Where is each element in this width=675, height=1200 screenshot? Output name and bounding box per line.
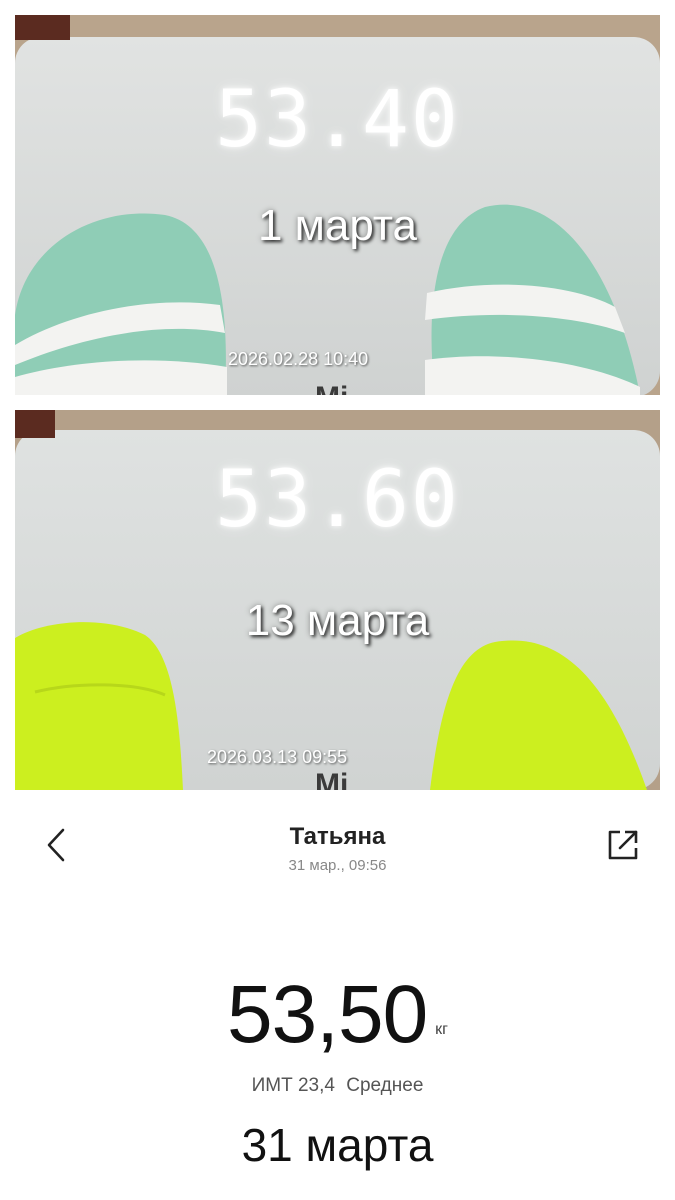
weight-value: 53,50	[226, 969, 428, 1060]
share-icon	[608, 830, 638, 860]
photo-timestamp: 2026.03.13 09:55	[207, 747, 348, 767]
weight-display: 53,50 кг	[0, 968, 675, 1062]
svg-text:Mi: Mi	[315, 381, 348, 395]
photo-timestamp: 2026.02.28 10:40	[228, 349, 369, 369]
scale-photo-2: Mi 53.60 13 марта 2026.03.13 09:55	[15, 410, 660, 790]
measurement-datetime: 31 мар., 09:56	[288, 857, 387, 874]
photo-date-caption: 13 марта	[245, 596, 430, 645]
weight-unit: кг	[435, 1021, 449, 1038]
share-button[interactable]	[605, 827, 641, 863]
bmi-info: ИМТ 23,4 Среднее	[0, 1075, 675, 1097]
scale-reading: 53.60	[215, 455, 460, 545]
scale-reading: 53.40	[215, 75, 460, 165]
app-header: Татьяна 31 мар., 09:56	[0, 805, 675, 895]
bmi-status: Среднее	[346, 1075, 424, 1096]
profile-name: Татьяна	[289, 823, 386, 850]
bmi-value: ИМТ 23,4	[251, 1075, 335, 1096]
date-caption: 31 марта	[241, 1119, 434, 1171]
scale-photo-1: Mi 53.40 1 марта 2026.02.28 10:40	[15, 15, 660, 395]
svg-text:Mi: Mi	[315, 768, 348, 790]
photo-date-caption: 1 марта	[257, 201, 418, 250]
